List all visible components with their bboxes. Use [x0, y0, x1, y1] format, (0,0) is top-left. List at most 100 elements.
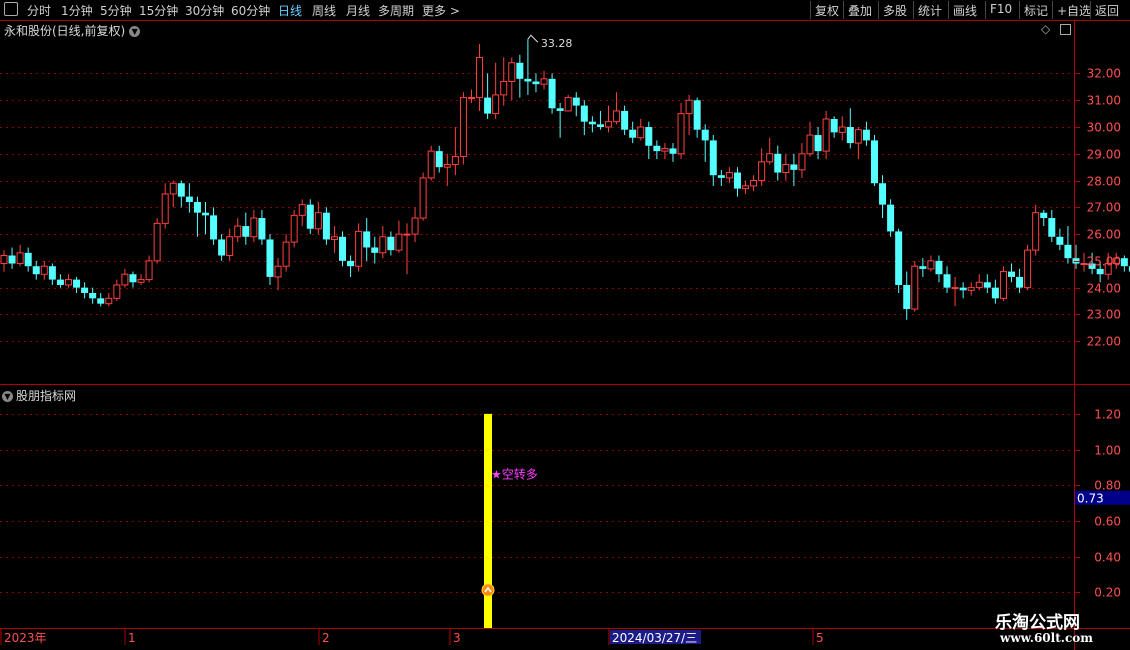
candle-body: [1064, 244, 1072, 259]
candle-body: [476, 56, 484, 99]
candle-body: [371, 247, 379, 253]
candle-body: [532, 81, 540, 85]
candle-body: [903, 284, 911, 310]
candle-body: [991, 287, 999, 299]
candle-body: [40, 265, 48, 275]
candle-body: [838, 126, 846, 133]
candle-body: [185, 196, 193, 202]
candle-body: [193, 201, 201, 213]
candle-body: [733, 172, 741, 189]
candle-body: [113, 284, 121, 299]
y-tick-label: 30.00: [1087, 121, 1121, 135]
candle-body: [339, 236, 347, 261]
current-value-label: 0.73: [1077, 492, 1104, 506]
candle-body: [145, 260, 153, 281]
candle-body: [766, 153, 774, 163]
candle-body: [411, 217, 419, 235]
high-marker: [527, 34, 539, 43]
candle-body: [935, 260, 943, 275]
candle-body: [419, 177, 427, 219]
candle-body: [1048, 218, 1056, 237]
candle-body: [403, 233, 411, 236]
candle-body: [895, 231, 903, 285]
candle-body: [500, 81, 508, 96]
candle-body: [48, 266, 56, 280]
y-tick-label: 31.00: [1087, 94, 1121, 108]
candle-body: [1016, 276, 1024, 288]
candle-body: [467, 97, 475, 100]
candle-body: [588, 121, 596, 125]
candle-body: [556, 108, 564, 111]
candle-body: [314, 212, 322, 230]
candle-body: [202, 212, 209, 216]
candle-body: [951, 287, 959, 290]
candle-body: [387, 236, 395, 251]
candle-body: [677, 113, 685, 155]
candle-body: [879, 183, 887, 205]
candle-body: [959, 287, 967, 291]
candle-body: [258, 218, 266, 240]
candle-body: [129, 274, 137, 283]
y-tick-label: 1.00: [1094, 444, 1121, 458]
candle-body: [999, 271, 1007, 299]
candle-body: [701, 129, 709, 141]
x-tick-label: 2024/03/27/三: [612, 631, 697, 645]
candle-body: [927, 260, 935, 270]
candle-body: [605, 121, 612, 128]
candle-body: [508, 62, 516, 83]
stock-chart[interactable]: ★空转多 0.73 22.00 23.00 24.00 25.00 26.00 27.00 2…: [0, 0, 1130, 650]
candle-body: [717, 175, 725, 178]
candle-body: [32, 266, 40, 275]
candle-body: [750, 180, 758, 187]
candle-body: [919, 266, 927, 269]
candle-body: [1024, 249, 1032, 289]
candle-body: [56, 279, 64, 285]
candle-body: [0, 255, 8, 265]
candle-body: [661, 147, 669, 152]
y-tick-label: 23.00: [1087, 308, 1121, 322]
y-tick-label: 25.00: [1087, 255, 1121, 269]
candle-body: [1120, 258, 1128, 267]
candle-body: [363, 231, 371, 248]
candle-body: [758, 161, 766, 182]
candle-body: [355, 230, 363, 267]
candle-body: [830, 118, 838, 133]
candle-body: [629, 129, 637, 138]
candle-body: [234, 225, 242, 238]
y-tick-label: 26.00: [1087, 228, 1121, 242]
watermark-title: 乐淘公式网: [995, 613, 1080, 633]
candle-body: [218, 239, 226, 256]
x-tick-label: 2: [322, 631, 330, 645]
candle-body: [290, 214, 298, 243]
candle-body: [97, 298, 105, 304]
candle-body: [89, 292, 97, 299]
candle-body: [516, 62, 524, 79]
candle-body: [782, 163, 790, 174]
candle-body: [153, 222, 161, 262]
candle-body: [911, 265, 919, 310]
candle-body: [1096, 268, 1104, 275]
candle-body: [854, 129, 862, 144]
candle-body: [24, 252, 32, 267]
candle-body: [870, 140, 878, 184]
candle-body: [379, 236, 387, 254]
candle-body: [596, 124, 604, 128]
candle-body: [645, 127, 653, 146]
candle-body: [8, 255, 16, 264]
candle-body: [427, 150, 435, 179]
candle-body: [846, 127, 854, 144]
x-tick-label: 2023年: [4, 631, 47, 645]
candle-body: [250, 217, 258, 238]
x-tick-label: 3: [453, 631, 461, 645]
candle-body: [742, 185, 750, 190]
candle-body: [169, 182, 177, 195]
y-tick-label: 24.00: [1087, 282, 1121, 296]
y-tick-label: 29.00: [1087, 148, 1121, 162]
candle-body: [1040, 212, 1048, 219]
candle-body: [548, 78, 556, 109]
candle-body: [177, 183, 185, 197]
watermark-url: www.60lt.com: [1000, 631, 1093, 645]
candle-body: [435, 151, 443, 168]
candle-body: [210, 215, 218, 240]
candle-body: [564, 97, 572, 112]
